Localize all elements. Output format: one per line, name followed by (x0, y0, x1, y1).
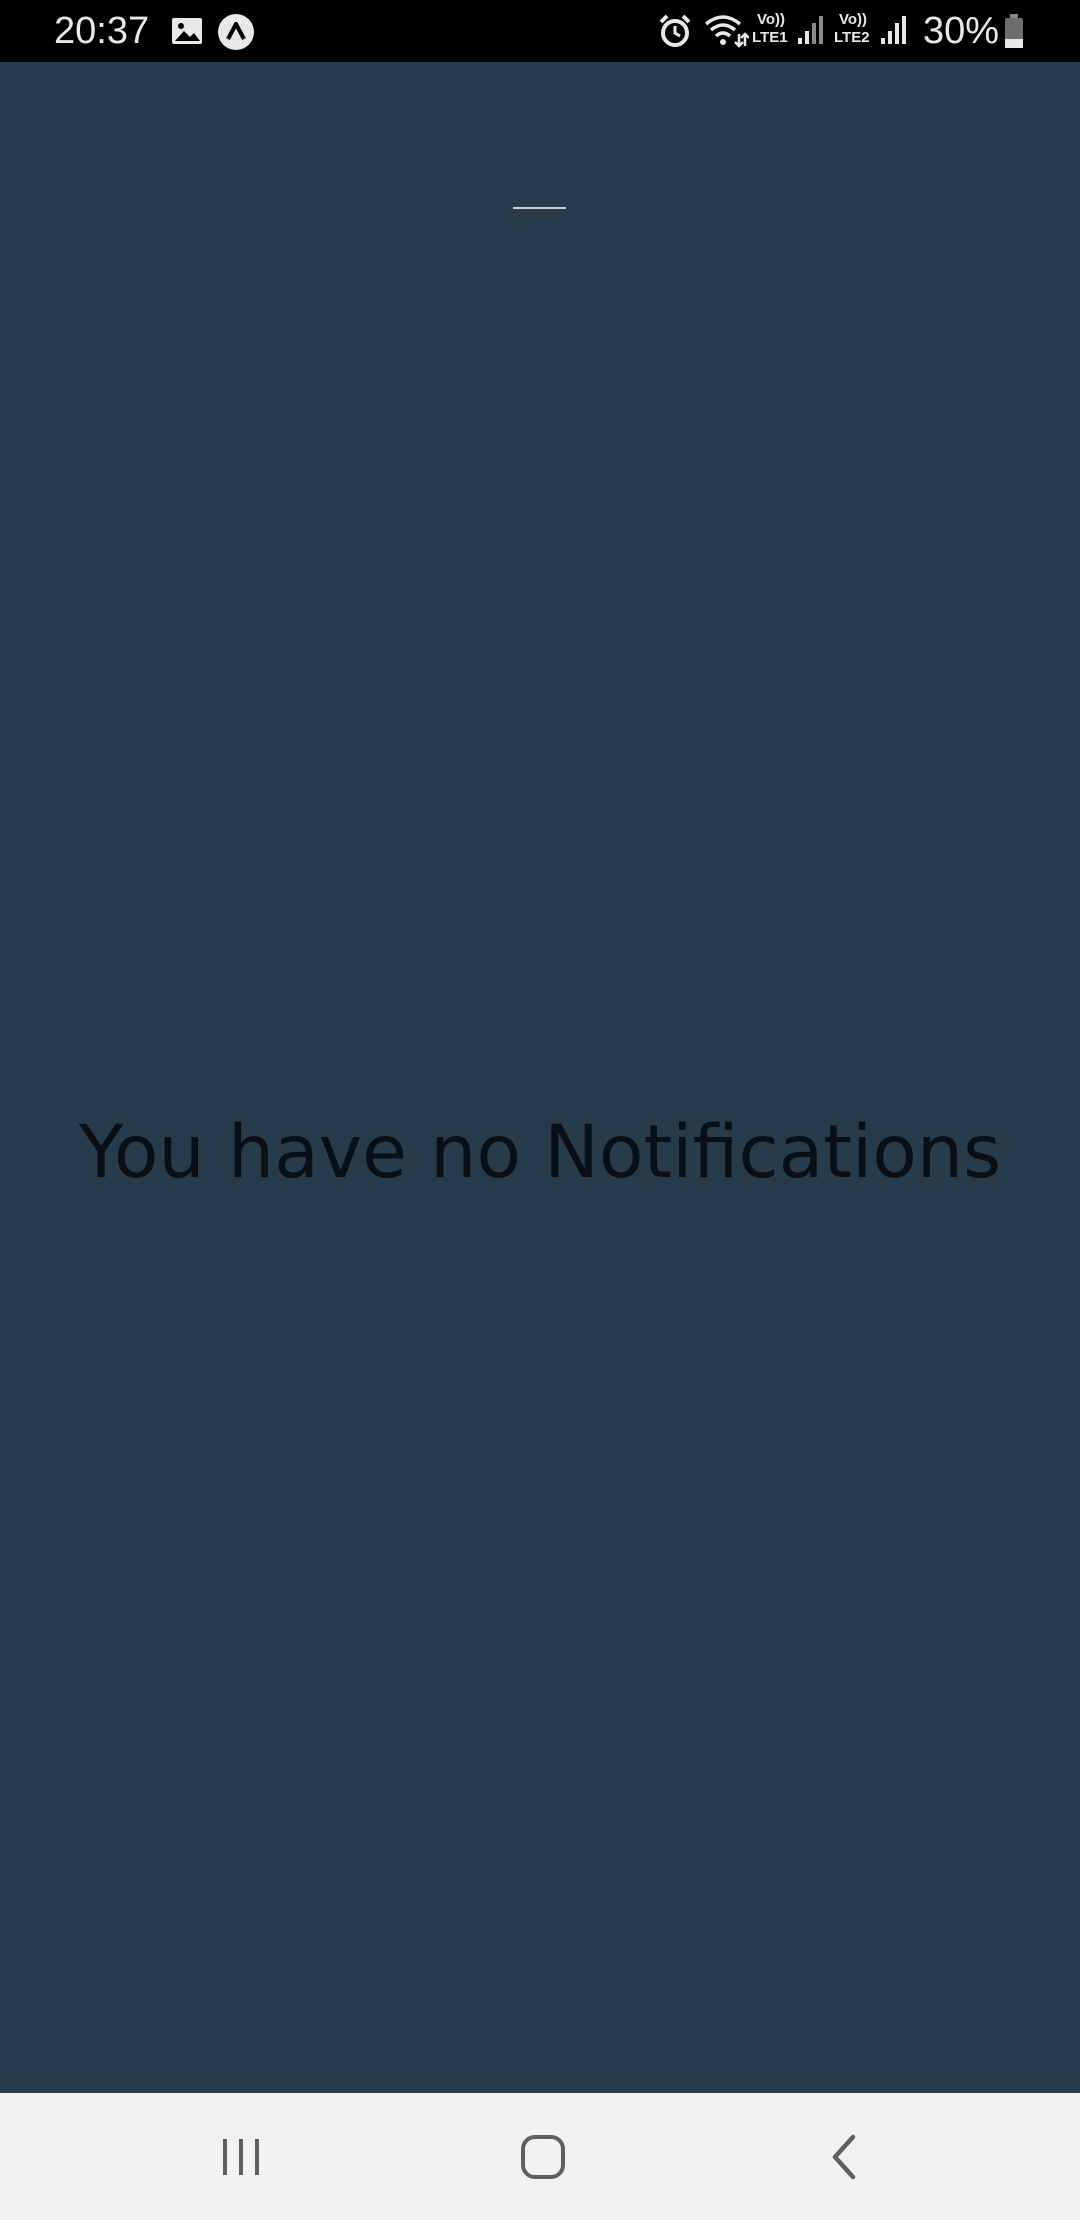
recent-apps-button[interactable] (141, 2093, 341, 2220)
app-notification-icon (217, 13, 255, 50)
alarm-icon (657, 13, 693, 47)
battery-icon (1003, 14, 1025, 48)
back-button[interactable] (745, 2093, 945, 2220)
status-time: 20:37 (54, 10, 150, 52)
wifi-icon (703, 12, 750, 48)
sim1-volte-label: Vo)) (757, 11, 786, 28)
signal-sim1-icon (796, 14, 824, 48)
battery-percent: 30% (923, 10, 1000, 52)
status-bar: 20:37 Vo)) LTE1 Vo)) LTE2 30% (0, 0, 1080, 62)
top-divider (513, 207, 566, 209)
image-icon (170, 14, 204, 48)
sim2-lte-label: LTE2 (834, 29, 870, 46)
signal-sim2-icon (879, 14, 907, 48)
back-icon (832, 2134, 856, 2179)
navigation-bar (0, 2093, 1080, 2220)
sim1-lte-label: LTE1 (752, 29, 788, 46)
sim2-volte-label: Vo)) (839, 11, 868, 28)
empty-notifications-message: You have no Notifications (78, 1110, 1002, 1195)
home-button[interactable] (443, 2093, 643, 2220)
notifications-screen: You have no Notifications (0, 62, 1080, 2093)
home-icon (521, 2134, 565, 2179)
recent-apps-icon (223, 2138, 259, 2175)
